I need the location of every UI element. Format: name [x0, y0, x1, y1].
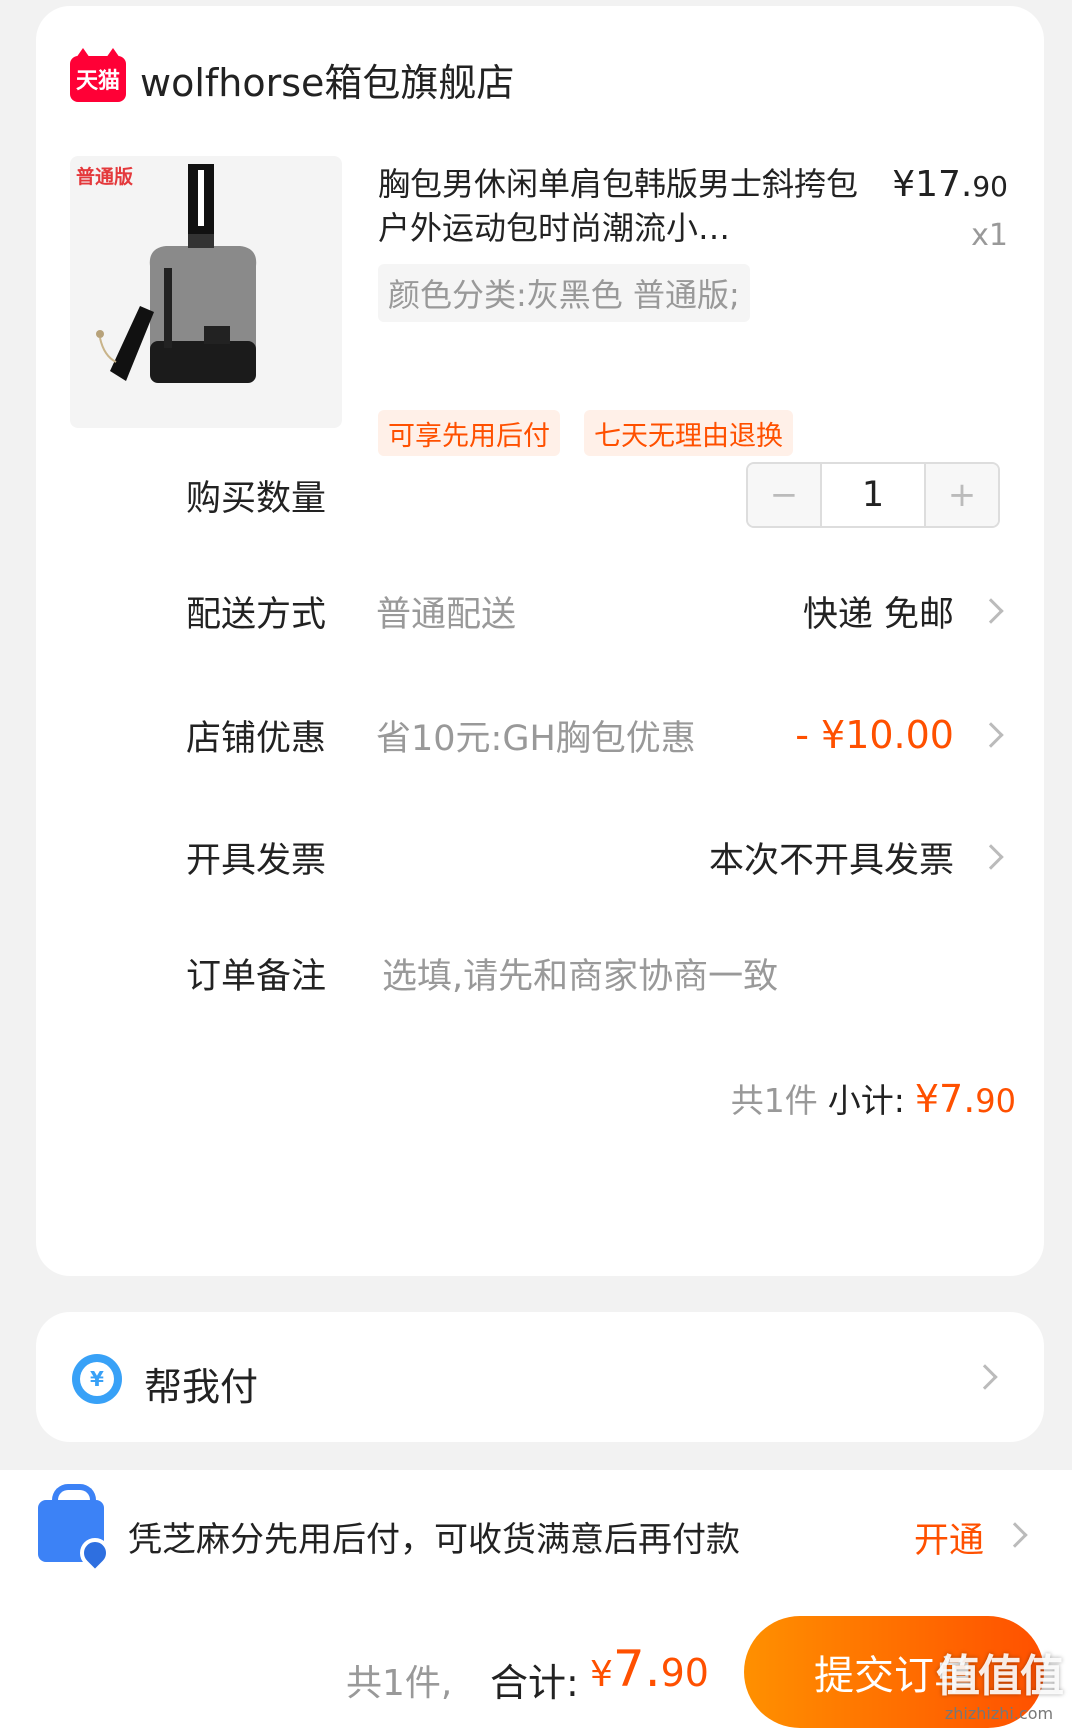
invoice-value: 本次不开具发票 — [708, 840, 954, 881]
yuan-coin-symbol: ¥ — [80, 1362, 114, 1396]
shopping-bag-icon — [38, 1484, 117, 1575]
store-discount-desc: 省10元:GH胸包优惠 — [376, 718, 696, 759]
chevron-right-icon — [978, 722, 1004, 748]
tag-seven-day-return: 七天无理由退换 — [584, 410, 793, 456]
product-title[interactable]: 胸包男休闲单肩包韩版男士斜挎包户外运动包时尚潮流小… — [378, 162, 868, 250]
total-price-int: 7. — [612, 1640, 661, 1698]
watermark-text: 值值值 — [936, 1651, 1064, 1702]
pay-later-text: 凭芝麻分先用后付，可收货满意后再付款 — [128, 1520, 740, 1560]
subtotal: 共1件 小计: ¥7.90 — [731, 1074, 1016, 1122]
quantity-input[interactable]: 1 — [820, 464, 926, 526]
product-quantity: x1 — [971, 218, 1008, 253]
store-discount-row[interactable]: 店铺优惠 省10元:GH胸包优惠 - ¥10.00 — [36, 700, 1044, 770]
help-me-pay-label: 帮我付 — [144, 1365, 259, 1409]
invoice-label: 开具发票 — [186, 840, 327, 881]
quantity-row: 购买数量 − 1 + — [36, 460, 1044, 530]
delivery-row[interactable]: 配送方式 普通配送 快递 免邮 — [36, 576, 1044, 646]
shop-order-card: 天猫 wolfhorse箱包旗舰店 普通版 胸包男休闲单肩包韩版男士斜挎包户外运… — [36, 6, 1044, 1276]
quantity-stepper: − 1 + — [746, 462, 1000, 528]
total-label: 合计: — [490, 1661, 579, 1705]
tmall-logo-icon: 天猫 — [70, 48, 126, 102]
product-image[interactable]: 普通版 — [70, 156, 342, 428]
total-price-dec: 90 — [660, 1651, 709, 1695]
total-currency: ¥ — [590, 1654, 613, 1695]
subtotal-price-int: ¥7. — [914, 1077, 976, 1121]
shop-name[interactable]: wolfhorse箱包旗舰店 — [140, 52, 514, 107]
decrease-button[interactable]: − — [748, 464, 820, 526]
invoice-row[interactable]: 开具发票 本次不开具发票 — [36, 822, 1044, 892]
chevron-right-icon — [978, 598, 1004, 624]
drop-icon — [73, 1531, 117, 1575]
sling-bag-icon — [96, 164, 257, 383]
delivery-method: 普通配送 — [376, 594, 517, 635]
tmall-logo-text: 天猫 — [75, 69, 120, 94]
increase-button[interactable]: + — [926, 464, 998, 526]
product-price-dec: 90 — [972, 170, 1008, 203]
watermark-url: zhizhizhi.com — [944, 1704, 1054, 1723]
chevron-right-icon[interactable] — [1002, 1522, 1028, 1548]
subtotal-label: 小计: — [827, 1081, 905, 1120]
watermark: 值值值 zhizhizhi.com — [936, 1640, 1064, 1723]
product-price-int: ¥17. — [892, 164, 973, 205]
order-note-label: 订单备注 — [186, 956, 327, 997]
total-count: 共1件, — [346, 1663, 453, 1704]
product-price: ¥17.90 — [892, 164, 1008, 205]
subtotal-price: ¥7.90 — [915, 1077, 1016, 1121]
quantity-label: 购买数量 — [186, 478, 327, 519]
tag-pay-later: 可享先用后付 — [378, 410, 560, 456]
chevron-right-icon — [972, 1364, 998, 1390]
store-discount-value: - ¥10.00 — [795, 713, 954, 757]
delivery-label: 配送方式 — [186, 594, 327, 635]
delivery-value: 快递 免邮 — [802, 594, 954, 635]
store-discount-label: 店铺优惠 — [186, 718, 327, 759]
subtotal-count: 共1件 — [730, 1081, 818, 1120]
shop-header[interactable]: 天猫 wolfhorse箱包旗舰店 — [70, 48, 514, 108]
chevron-right-icon — [978, 844, 1004, 870]
total-price: ¥7.90 — [590, 1640, 709, 1698]
order-note-input[interactable]: 选填,请先和商家协商一致 — [382, 948, 778, 999]
product-image-badge: 普通版 — [76, 166, 134, 188]
order-note-row: 订单备注 选填,请先和商家协商一致 — [36, 938, 1044, 1008]
yuan-coin-icon: ¥ — [72, 1354, 122, 1404]
help-me-pay-card[interactable]: ¥ 帮我付 — [36, 1312, 1044, 1442]
subtotal-price-dec: 90 — [975, 1082, 1016, 1120]
activate-pay-later-link[interactable]: 开通 — [914, 1512, 984, 1563]
sku-selector[interactable]: 颜色分类:灰黑色 普通版; — [378, 264, 750, 322]
checkout-bar: 共1件, 合计: ¥7.90 提交订单 值值值 zhizhizhi.com — [0, 1600, 1072, 1729]
